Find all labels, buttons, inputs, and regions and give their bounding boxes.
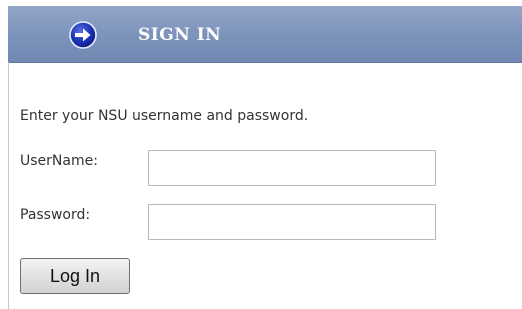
sign-in-header: SIGN IN: [8, 6, 522, 63]
log-in-button[interactable]: Log In: [20, 258, 130, 294]
password-input[interactable]: [148, 204, 436, 240]
password-label: Password:: [20, 207, 91, 223]
username-label: UserName:: [20, 153, 98, 169]
panel-left-border: [8, 62, 9, 309]
sign-in-instruction: Enter your NSU username and password.: [20, 108, 309, 124]
header-title: SIGN IN: [138, 25, 222, 45]
username-input[interactable]: [148, 150, 436, 186]
arrow-right-circle-icon: [69, 21, 97, 49]
sign-in-panel: SIGN IN Enter your NSU username and pass…: [0, 0, 522, 309]
